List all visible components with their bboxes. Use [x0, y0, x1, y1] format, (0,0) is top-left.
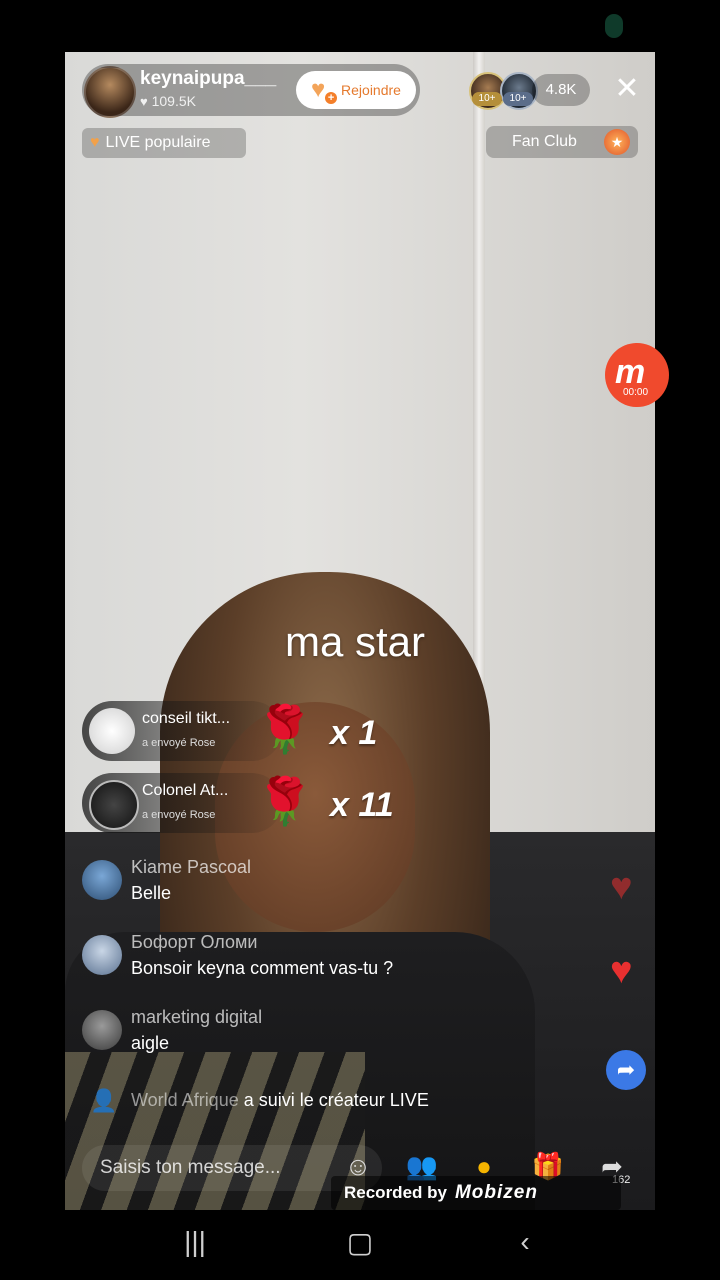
rose-icon: 🌹: [256, 703, 314, 755]
gift-sender-name: Colonel At...: [142, 782, 229, 799]
fan-club-icon: ★: [604, 129, 630, 155]
overlay-text: ma star: [284, 618, 426, 665]
follow-user-icon: 👤: [90, 1088, 118, 1113]
host-likes-count: 109.5K: [151, 93, 196, 109]
comment-text: Belle: [131, 883, 172, 903]
gift-sender-name: conseil tikt...: [142, 710, 231, 727]
gift-count: x 11: [330, 786, 394, 824]
rose-icon: 🌹: [256, 775, 314, 827]
gift-description: a envoyé Rose: [142, 737, 216, 749]
host-likes: ♥ 109.5K: [140, 93, 196, 109]
back-button[interactable]: ‹: [495, 1226, 555, 1258]
recent-apps-button[interactable]: |||: [165, 1226, 225, 1258]
join-button[interactable]: ♥ + Rejoindre: [296, 71, 416, 109]
viewer-rank-badge: 10+: [503, 92, 533, 106]
follow-event: World Afrique a suivi le créateur LIVE: [131, 1090, 429, 1111]
recorder-timer: 00:00: [623, 387, 649, 398]
comment-user[interactable]: Kiame Pascoal: [131, 857, 251, 878]
comment-user[interactable]: Бофорт Оломи: [131, 932, 257, 953]
home-button[interactable]: ▢: [330, 1226, 390, 1259]
gift-sender-avatar[interactable]: [89, 708, 135, 754]
comment-avatar[interactable]: [82, 1010, 122, 1050]
recording-watermark: Recorded by Mobizen: [331, 1176, 621, 1210]
heart-icon: ♥: [610, 950, 633, 992]
host-name[interactable]: keynaipupa___: [140, 68, 276, 90]
live-popular-tag[interactable]: ♥ LIVE populaire: [82, 128, 246, 158]
gift-count: x 1: [330, 714, 378, 752]
heart-icon: ♥: [140, 94, 148, 109]
live-popular-label: LIVE populaire: [105, 134, 211, 151]
mobizen-recorder-button[interactable]: m 00:00: [605, 343, 669, 407]
host-avatar[interactable]: [84, 66, 136, 118]
mobizen-brand: Mobizen: [454, 1182, 538, 1203]
join-label: Rejoindre: [341, 82, 401, 98]
heart-icon: ♥: [610, 866, 633, 908]
viewer-count[interactable]: 4.8K: [532, 74, 590, 106]
viewer-rank-badge: 10+: [472, 92, 502, 106]
comment-text: Bonsoir keyna comment vas-tu ?: [131, 958, 394, 978]
wall-seam: [473, 52, 485, 712]
gift-description: a envoyé Rose: [142, 809, 216, 821]
fan-club-button[interactable]: Fan Club ★: [486, 126, 638, 158]
share-icon[interactable]: ➦: [606, 1050, 646, 1090]
comment-user[interactable]: marketing digital: [131, 1007, 262, 1028]
join-heart-icon: ♥ +: [311, 78, 338, 104]
front-camera: [605, 14, 623, 38]
recorded-label: Recorded by: [344, 1183, 447, 1202]
follow-user[interactable]: World Afrique: [131, 1090, 239, 1110]
comment-avatar[interactable]: [82, 935, 122, 975]
follow-text: a suivi le créateur LIVE: [243, 1090, 429, 1110]
fan-club-label: Fan Club: [512, 133, 577, 150]
comment-text: aigle: [131, 1033, 170, 1053]
heart-icon: ♥: [90, 134, 100, 151]
comment-avatar[interactable]: [82, 860, 122, 900]
gift-sender-avatar[interactable]: [89, 780, 139, 830]
close-icon[interactable]: ✕: [612, 74, 642, 104]
